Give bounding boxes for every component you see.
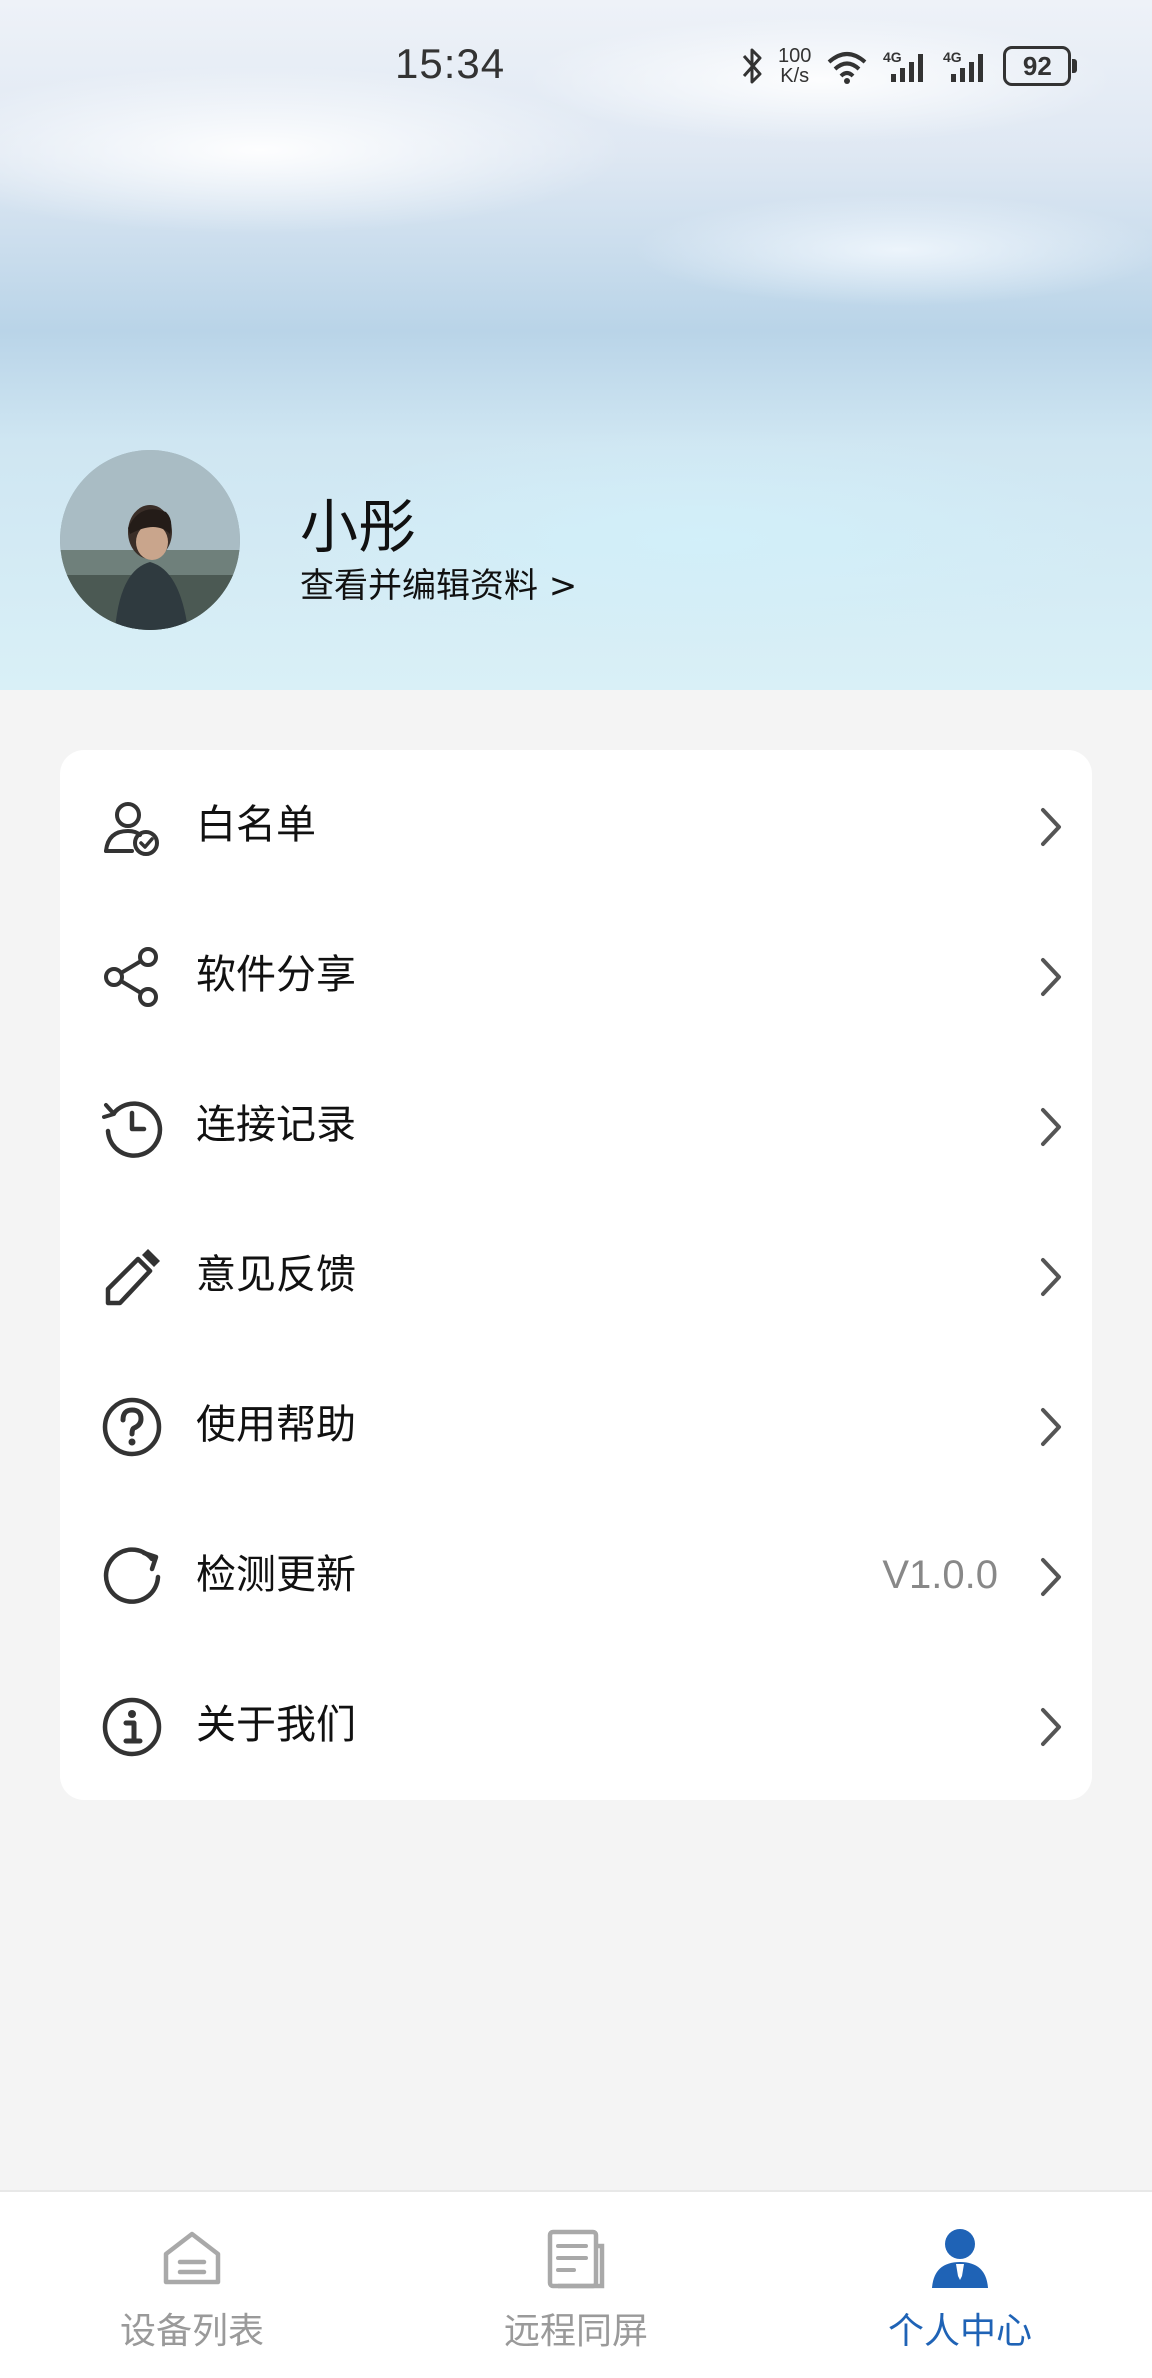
avatar-photo <box>60 450 240 630</box>
nav-tab-label: 设备列表 <box>119 2311 264 2352</box>
menu-item-label: 白名单 <box>196 802 316 848</box>
status-time: 15:34 <box>395 40 506 87</box>
menu-item-share[interactable]: 软件分享 <box>60 900 1092 1050</box>
status-icons: 100 K/s 4G 4G 92 <box>740 40 1078 92</box>
info-icon <box>102 1697 162 1757</box>
settings-menu-card: 白名单 软件分享 连接记录 意见反馈 使用帮助 检测更新 V1.0.0 关于我们 <box>60 750 1092 1800</box>
chevron-right-icon <box>1041 808 1061 846</box>
avatar[interactable] <box>60 450 240 630</box>
chevron-right-icon <box>1041 1108 1061 1146</box>
app-version: V1.0.0 <box>882 1553 998 1597</box>
menu-item-label: 关于我们 <box>196 1702 356 1748</box>
bluetooth-icon <box>742 48 762 84</box>
battery-indicator: 92 <box>1003 46 1078 86</box>
wifi-icon <box>828 52 867 84</box>
chevron-right-icon <box>1041 1408 1061 1446</box>
refresh-icon <box>103 1547 161 1604</box>
net-speed: 100 K/s <box>778 45 812 87</box>
remote-screen-icon <box>547 2229 605 2289</box>
chevron-right-icon <box>1041 1558 1061 1596</box>
nav-tab-label: 远程同屏 <box>503 2311 648 2352</box>
svg-text:4G: 4G <box>943 49 962 65</box>
pencil-icon <box>105 1249 160 1306</box>
nav-tab-remote-screen[interactable]: 远程同屏 <box>384 2192 768 2378</box>
menu-item-label: 意见反馈 <box>196 1252 356 1298</box>
svg-text:4G: 4G <box>883 49 902 65</box>
menu-item-whitelist[interactable]: 白名单 <box>60 750 1092 900</box>
menu-item-help[interactable]: 使用帮助 <box>60 1350 1092 1500</box>
nav-tab-device-list[interactable]: 设备列表 <box>0 2192 384 2378</box>
menu-item-feedback[interactable]: 意见反馈 <box>60 1200 1092 1350</box>
bottom-navigation: 设备列表 远程同屏 个人中心 <box>0 2190 1152 2378</box>
menu-item-label: 检测更新 <box>196 1552 356 1598</box>
menu-item-about-us[interactable]: 关于我们 <box>60 1650 1092 1800</box>
share-icon <box>104 947 158 1007</box>
chevron-right-icon <box>1041 1258 1061 1296</box>
signal-4g-icon: 4G <box>883 49 924 82</box>
device-list-icon <box>163 2231 221 2285</box>
help-icon <box>102 1397 162 1457</box>
user-check-icon <box>104 802 159 856</box>
chevron-right-icon <box>1041 1708 1061 1746</box>
person-icon <box>932 2229 988 2288</box>
chevron-right-icon <box>1041 958 1061 996</box>
menu-item-label: 连接记录 <box>196 1102 356 1148</box>
menu-item-label: 使用帮助 <box>196 1402 356 1448</box>
signal-4g-icon: 4G <box>943 49 984 82</box>
nav-tab-personal-center[interactable]: 个人中心 <box>768 2192 1152 2378</box>
user-name: 小彤 <box>300 493 417 561</box>
history-icon <box>102 1101 163 1158</box>
edit-profile-link[interactable]: 查看并编辑资料 > <box>300 558 577 607</box>
nav-tab-label: 个人中心 <box>887 2311 1032 2352</box>
menu-item-connection-history[interactable]: 连接记录 <box>60 1050 1092 1200</box>
menu-item-label: 软件分享 <box>196 952 356 998</box>
menu-item-check-update[interactable]: 检测更新 V1.0.0 <box>60 1500 1092 1650</box>
